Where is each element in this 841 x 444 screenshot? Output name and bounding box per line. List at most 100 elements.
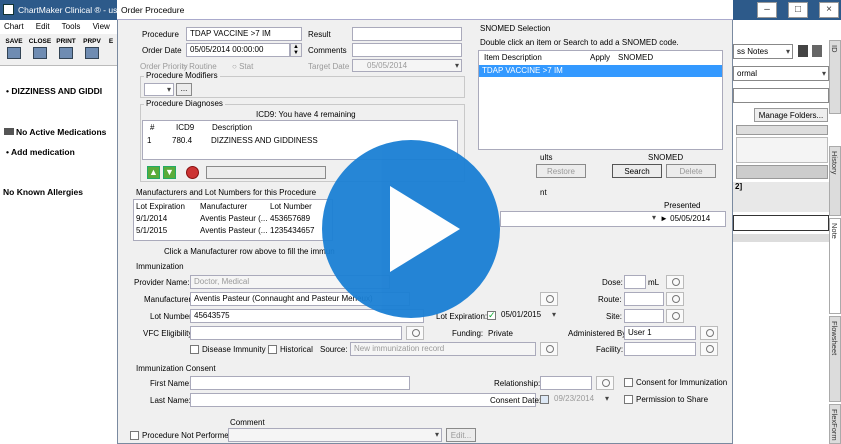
tab-flexform[interactable]: FlexForm	[829, 404, 841, 444]
note-nav-icon[interactable]	[798, 45, 808, 57]
manufacturer-label: Manufacturer:	[144, 295, 194, 304]
lot-number-label: Lot Number:	[150, 312, 195, 321]
table-row[interactable]: 5/1/2015 Aventis Pasteur (... 1235434657	[134, 225, 332, 236]
diagnosis-action-button[interactable]	[206, 166, 326, 179]
minimize-button[interactable]: –	[757, 2, 777, 18]
site-search-icon[interactable]	[666, 309, 684, 323]
note-input[interactable]	[733, 215, 829, 231]
notes-type-select[interactable]: ss Notes	[733, 44, 793, 59]
vfc-search-icon[interactable]	[406, 326, 424, 340]
disease-immunity-label: Disease Immunity	[202, 345, 266, 354]
consent-immunization-checkbox[interactable]	[624, 378, 633, 387]
consent-date-field[interactable]: 09/23/2014	[551, 393, 611, 407]
routine-radio[interactable]: ○ Routine	[182, 62, 217, 71]
permission-share-checkbox[interactable]	[624, 395, 633, 404]
menu-view[interactable]: View	[93, 22, 110, 31]
target-date-field[interactable]: 05/05/2014	[352, 59, 462, 72]
site-field[interactable]	[624, 309, 664, 323]
last-name-field[interactable]	[190, 393, 536, 407]
lot-expiration-date[interactable]: 05/01/2015	[498, 309, 558, 323]
save-button[interactable]: SAVE	[2, 38, 26, 59]
restore-button[interactable]: Restore	[536, 164, 586, 178]
maximize-button[interactable]: □	[788, 2, 808, 18]
facility-search-icon[interactable]	[700, 342, 718, 356]
disease-immunity-checkbox[interactable]	[190, 345, 199, 354]
note-nav-icon-2[interactable]	[812, 45, 822, 57]
vfc-label: VFC Eligibility:	[143, 329, 195, 338]
table-row[interactable]: 9/1/2014 Aventis Pasteur (... 453657689	[134, 213, 332, 224]
administered-by-field[interactable]: User 1	[624, 326, 696, 340]
move-up-icon[interactable]: ▲	[147, 166, 160, 179]
procedure-field[interactable]: TDAP VACCINE >7 IM	[186, 27, 302, 41]
print-button[interactable]: PRINT	[54, 38, 78, 59]
delete-button[interactable]: Delete	[666, 164, 716, 178]
facility-field[interactable]	[624, 342, 696, 356]
tab-note[interactable]: Note	[829, 218, 841, 314]
note-pane	[733, 20, 841, 444]
tab-id[interactable]: ID	[829, 40, 841, 114]
order-priority-label: Order Priority	[140, 62, 188, 71]
manufacturer-search-icon[interactable]	[540, 292, 558, 306]
presented-date[interactable]: ► 05/05/2014	[660, 214, 710, 223]
lot-header-number: Lot Number	[270, 202, 312, 211]
video-play-button[interactable]	[322, 140, 500, 318]
not-performed-checkbox[interactable]	[130, 431, 139, 440]
normal-select[interactable]: ormal	[733, 66, 829, 81]
tab-flowsheet[interactable]: Flowsheet	[829, 316, 841, 402]
play-icon	[390, 186, 460, 272]
note-field[interactable]	[733, 88, 829, 103]
dose-search-icon[interactable]	[666, 275, 684, 289]
preview-icon	[85, 47, 99, 59]
menu-tools[interactable]: Tools	[62, 22, 81, 31]
order-date-spinner[interactable]: ▲ ▼	[290, 43, 302, 57]
menu-chart[interactable]: Chart	[4, 22, 24, 31]
comment-select[interactable]	[228, 428, 442, 442]
vfc-field[interactable]	[190, 326, 402, 340]
route-search-icon[interactable]	[666, 292, 684, 306]
dose-field[interactable]	[624, 275, 646, 289]
relationship-label: Relationship:	[494, 379, 541, 388]
add-medication-link[interactable]: • Add medication	[6, 147, 75, 157]
manage-folders-button[interactable]: Manage Folders...	[754, 108, 828, 122]
vis-select[interactable]	[540, 212, 658, 225]
administered-by-label: Administered By:	[568, 329, 629, 338]
relationship-field[interactable]	[540, 376, 592, 390]
historical-checkbox[interactable]	[268, 345, 277, 354]
move-down-icon[interactable]: ▼	[163, 166, 176, 179]
delete-diagnosis-icon[interactable]	[186, 166, 199, 179]
first-name-label: First Name:	[150, 379, 192, 388]
first-name-field[interactable]	[190, 376, 410, 390]
historical-label: Historical	[280, 345, 313, 354]
administered-by-search-icon[interactable]	[700, 326, 718, 340]
format-toolbar	[736, 125, 828, 135]
tab-history[interactable]: History	[829, 146, 841, 216]
close-button[interactable]: CLOSE	[28, 38, 52, 59]
modifier-lookup-button[interactable]: ...	[176, 83, 192, 96]
source-field[interactable]: New immunization record	[350, 342, 536, 356]
problem-item[interactable]: • DIZZINESS AND GIDDI	[6, 86, 102, 96]
route-field[interactable]	[624, 292, 664, 306]
permission-share-label: Permission to Share	[636, 395, 709, 404]
stat-radio[interactable]: ○ Stat	[232, 62, 253, 71]
snomed-selected-row[interactable]: TDAP VACCINE >7 IM	[479, 65, 722, 77]
snomed-header-code: SNOMED	[618, 53, 654, 62]
search-button[interactable]: Search	[612, 164, 662, 178]
immunization-title: Immunization	[136, 262, 184, 271]
funding-value: Private	[488, 329, 513, 338]
route-label: Route:	[598, 295, 622, 304]
edit-comment-button[interactable]: Edit...	[446, 428, 476, 442]
patient-summary-pane	[0, 66, 120, 444]
comments-field[interactable]	[352, 43, 462, 57]
provider-label: Provider Name:	[134, 278, 190, 287]
e-button[interactable]: E	[104, 38, 118, 45]
modifier-select[interactable]	[144, 83, 174, 96]
close-window-button[interactable]: ×	[819, 2, 839, 18]
relationship-search-icon[interactable]	[596, 376, 614, 390]
result-field[interactable]	[352, 27, 462, 41]
menu-edit[interactable]: Edit	[36, 22, 50, 31]
order-date-label: Order Date	[142, 46, 182, 55]
order-date-field[interactable]: 05/05/2014 00:00:00	[186, 43, 290, 57]
print-preview-button[interactable]: PRPV	[80, 38, 104, 59]
consent-date-checkbox[interactable]	[540, 395, 549, 404]
source-search-icon[interactable]	[540, 342, 558, 356]
